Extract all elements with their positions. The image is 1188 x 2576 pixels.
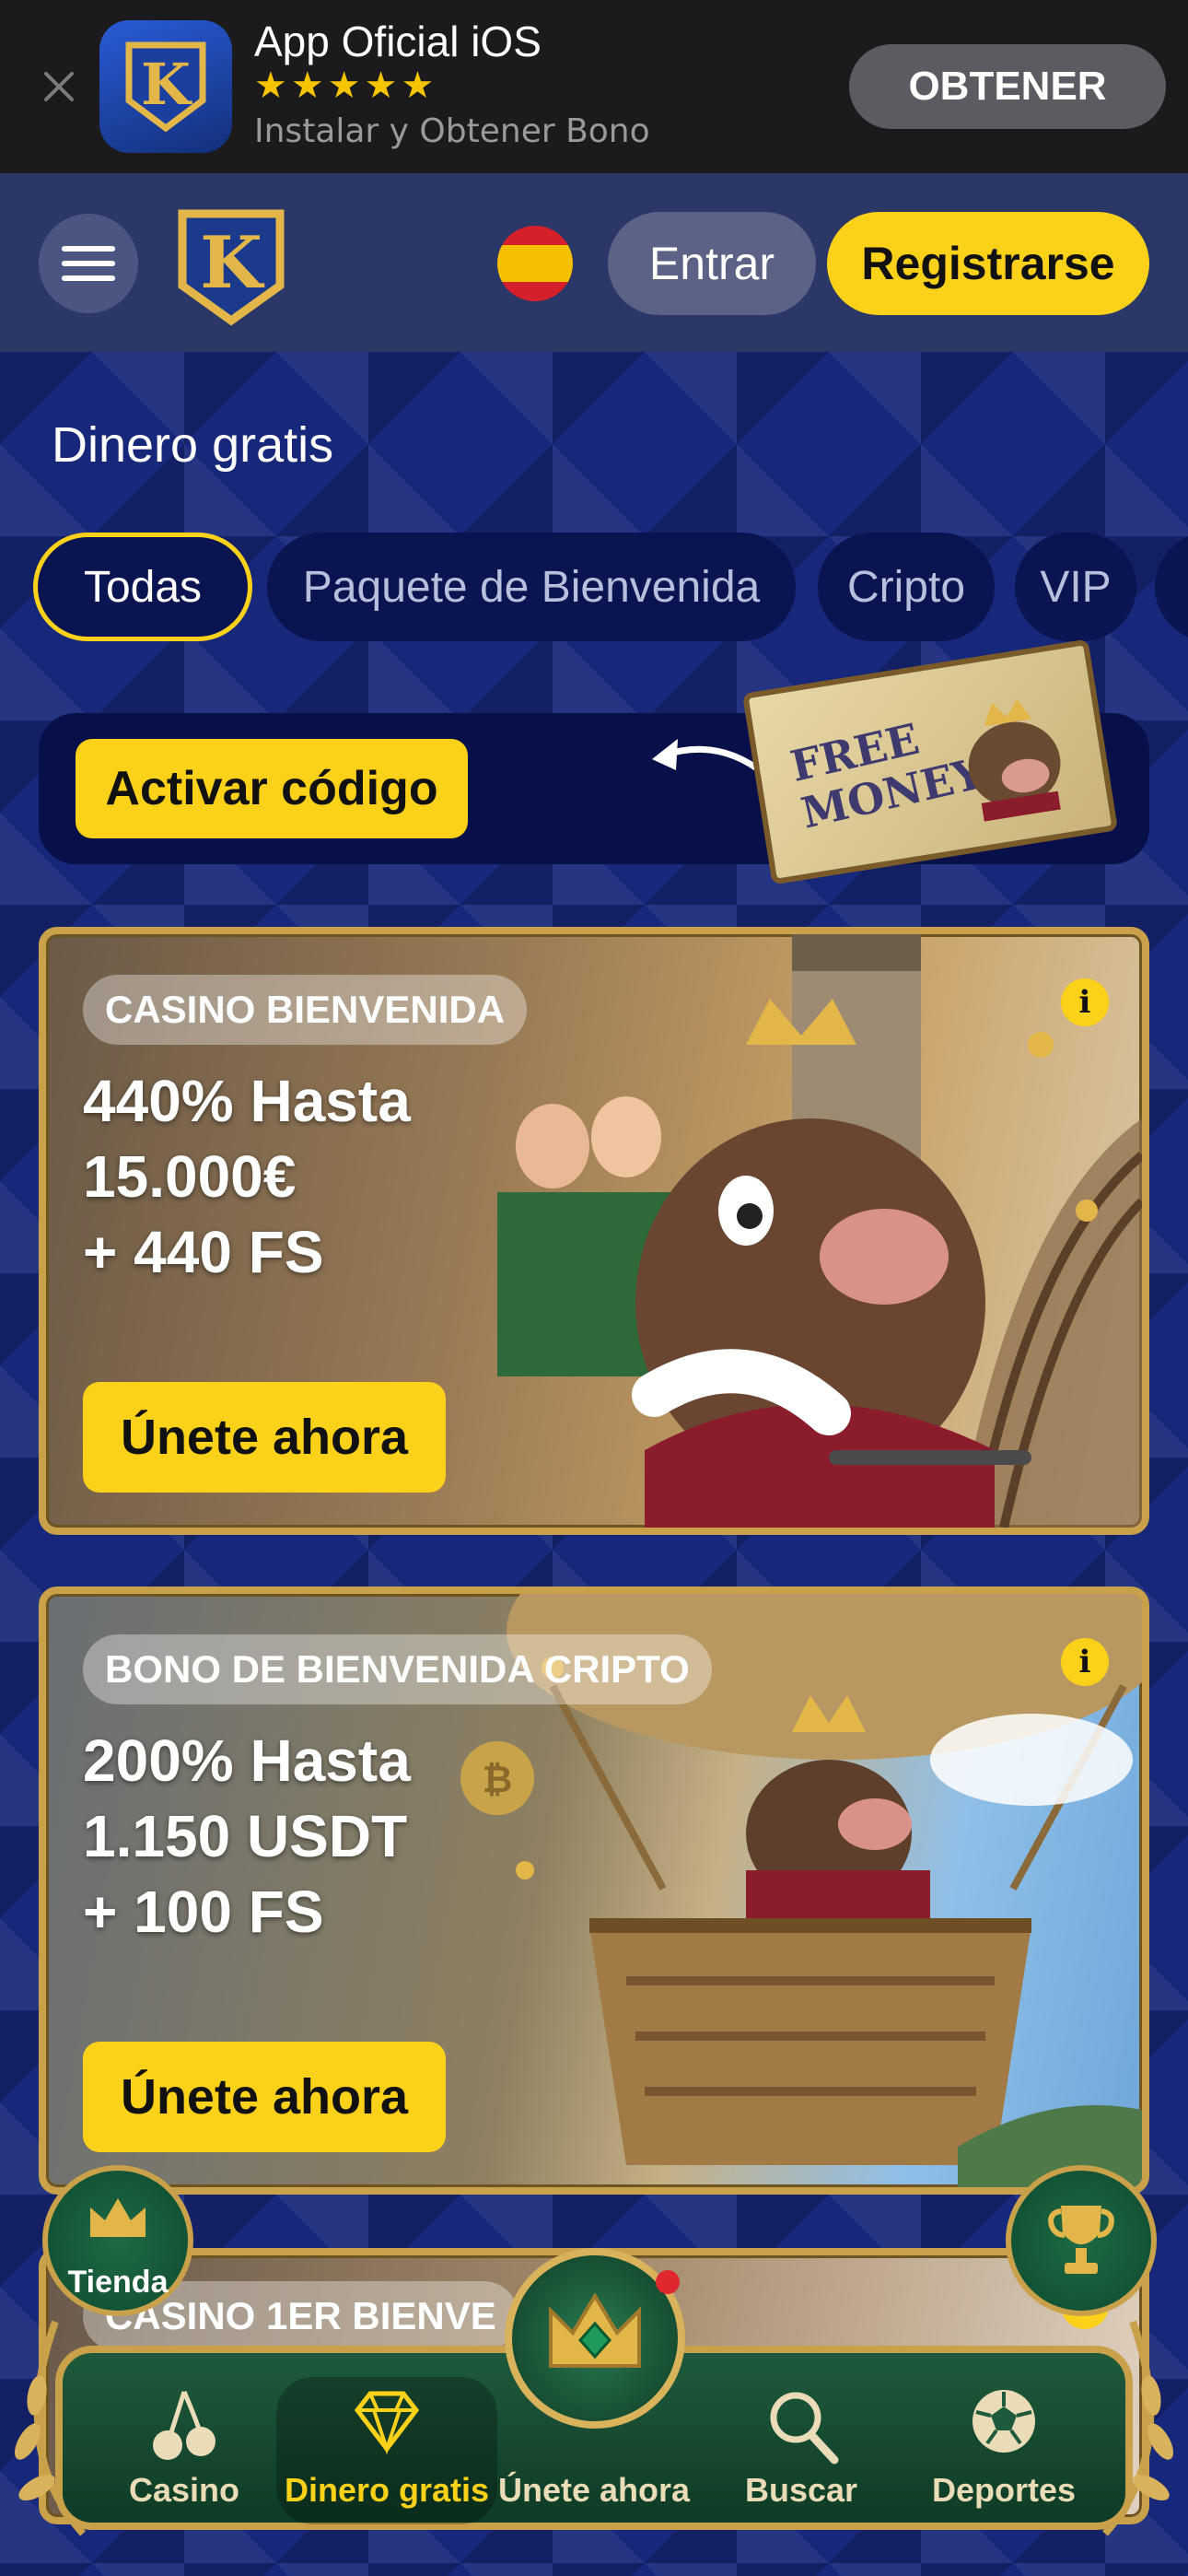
nav-buscar[interactable]: Buscar [700,2377,903,2524]
close-icon[interactable] [37,64,81,109]
bonus-amount: 200% Hasta 1.150 USDT + 100 FS [83,1727,411,1945]
bonus-card-casino[interactable]: CASINO BIENVENIDA i 440% Hasta 15.000€ +… [39,927,1149,1535]
filter-tabs: Todas Paquete de Bienvenida Cripto VIP T [33,533,1188,641]
page-title: Dinero gratis [52,417,334,473]
boar-rollercoaster-illustration [497,934,1142,1528]
bonus-tag: CASINO BIENVENIDA [83,975,528,1045]
king-k-logo[interactable]: K [177,201,285,326]
hamburger-icon[interactable] [39,214,138,313]
svg-text:₿: ₿ [483,1759,513,1801]
spain-flag-icon[interactable] [497,226,573,301]
activate-code-button[interactable]: Activar código [76,739,468,838]
trophy-button[interactable] [1006,2165,1157,2316]
app-logo-icon: K [99,20,232,153]
smart-app-banner: K App Oficial iOS ★★★★★ Instalar y Obten… [0,0,1188,173]
banner-subtitle: Instalar y Obtener Bono [254,112,650,150]
boar-king-icon [968,698,1061,822]
svg-text:K: K [200,221,265,305]
store-label: Tienda [67,2265,169,2300]
bonus-amount: 440% Hasta 15.000€ + 440 FS [83,1068,411,1285]
store-button[interactable]: Tienda [42,2165,193,2316]
crown-icon [90,2198,146,2237]
notification-dot [656,2270,680,2294]
tab-todas[interactable]: Todas [33,533,252,641]
site-header: K Entrar Registrarse [0,173,1188,352]
rating-stars: ★★★★★ [254,65,438,106]
join-now-button[interactable]: Únete ahora [83,1382,446,1493]
cherry-icon [153,2391,215,2460]
tab-paquete-bienvenida[interactable]: Paquete de Bienvenida [267,533,796,641]
login-button[interactable]: Entrar [608,212,816,315]
diamond-icon [354,2391,420,2455]
tab-vip[interactable]: VIP [1015,533,1136,641]
bonus-tag: BONO DE BIENVENIDA CRIPTO [83,1634,712,1704]
register-button[interactable]: Registrarse [827,212,1149,315]
search-icon [770,2392,839,2465]
crown-emerald-icon [549,2292,641,2368]
trophy-icon [1048,2206,1114,2274]
info-icon[interactable]: i [1061,978,1109,1026]
join-now-button[interactable]: Únete ahora [83,2042,446,2152]
info-icon[interactable]: i [1061,1638,1109,1686]
get-app-button[interactable]: OBTENER [849,44,1166,129]
svg-text:K: K [141,51,192,118]
soccer-ball-icon [973,2390,1035,2453]
nav-dinero-gratis[interactable]: Dinero gratis [276,2377,497,2524]
bonus-card-crypto[interactable]: ₿ BONO DE BIENVENIDA CRIPTO i 200% Hasta… [39,1587,1149,2195]
nav-casino[interactable]: Casino [83,2377,285,2524]
tab-more[interactable]: T [1155,533,1188,641]
banner-title: App Oficial iOS [254,18,542,65]
nav-deportes[interactable]: Deportes [903,2377,1105,2524]
nav-unete-ahora[interactable]: Únete ahora [493,2377,695,2524]
tab-cripto[interactable]: Cripto [818,533,995,641]
